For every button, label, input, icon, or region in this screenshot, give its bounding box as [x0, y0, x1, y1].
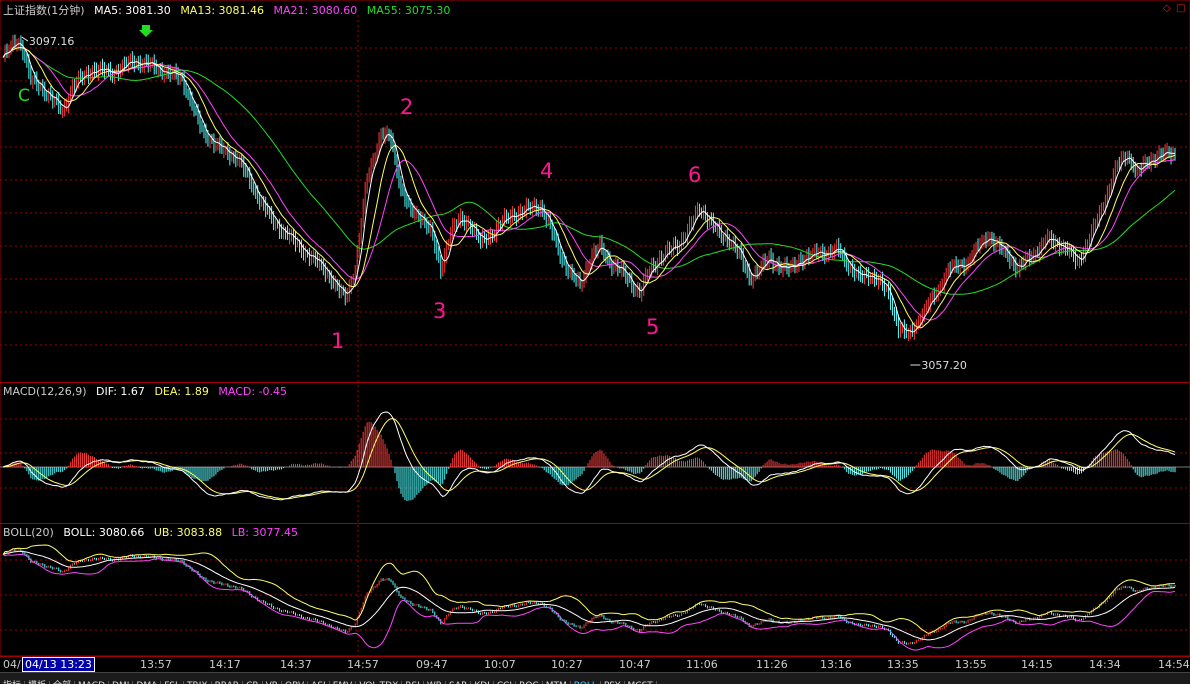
- macd-value: MACD: -0.45: [218, 385, 288, 398]
- indicator-tab-bar: 指标模板全部MACDDMIDMAFSLTRIXBRARCRVROBVASIEMV…: [0, 672, 1190, 684]
- time-tick-label: 14:57: [347, 658, 379, 671]
- diamond-icon[interactable]: ◇: [1163, 3, 1171, 14]
- time-tick-label: 14:54: [1158, 658, 1190, 671]
- time-tick-label: 14:15: [1021, 658, 1053, 671]
- ma5-value: MA5: 3081.30: [94, 4, 171, 17]
- time-tick-label: 04/: [3, 658, 21, 671]
- time-tick-label: 09:47: [416, 658, 448, 671]
- grid-lines: [0, 0, 1190, 657]
- boll-value: BOLL: 3080.66: [63, 526, 145, 539]
- dea-value: DEA: 1.89: [154, 385, 209, 398]
- time-axis: 04/13:57 14:17 14:37 14:57 09:47 10:07 10:27 10…: [0, 656, 1190, 672]
- low-price-label: 3057.20: [921, 359, 967, 372]
- wave-label-3: 3: [433, 299, 446, 323]
- wave-label-5: 5: [646, 315, 659, 339]
- price-bars: [4, 34, 1176, 342]
- dif-value: DIF: 1.67: [96, 385, 145, 398]
- moving-average-lines: [2, 42, 1176, 333]
- panel-title: 上证指数(1分钟): [3, 4, 85, 17]
- time-tick-label: 11:26: [756, 658, 788, 671]
- dif-line: [2, 411, 1176, 501]
- boll-mid-line: [2, 550, 1176, 641]
- ma13-line: [2, 46, 1176, 329]
- macd-title: MACD(12,26,9): [3, 385, 87, 398]
- time-tick-label: 13:16: [820, 658, 852, 671]
- buy-signal-arrow-icon: [139, 25, 153, 37]
- ma5-line: [2, 42, 1176, 333]
- time-tick-label: 13:57: [140, 658, 172, 671]
- boll-panel: [2, 544, 1176, 651]
- ma55-value: MA55: 3075.30: [366, 4, 451, 17]
- macd-panel-header: MACD(12,26,9) DIF: 1.67 DEA: 1.89 MACD: …: [3, 385, 293, 398]
- square-icon[interactable]: □: [1176, 3, 1185, 14]
- ma21-line: [2, 46, 1176, 321]
- wave-label-4: 4: [540, 159, 553, 183]
- cursor-time-label: 04/13 13:23: [22, 657, 95, 672]
- time-tick-label: 14:37: [280, 658, 312, 671]
- wave-label-1: 1: [331, 329, 344, 353]
- time-tick-label: 14:17: [209, 658, 241, 671]
- time-tick-label: 10:07: [484, 658, 516, 671]
- time-tick-label: 10:27: [551, 658, 583, 671]
- stock-chart[interactable]: 3097.16 3057.20 C 1 2 3 4 5 6: [0, 0, 1190, 683]
- ma55-line: [2, 46, 1176, 295]
- lb-value: LB: 3077.45: [231, 526, 298, 539]
- c-marker-label: C: [18, 86, 30, 106]
- ub-value: UB: 3083.88: [153, 526, 223, 539]
- time-tick-label: 11:06: [686, 658, 718, 671]
- chart-frame: [0, 0, 1190, 657]
- wave-label-6: 6: [688, 163, 701, 187]
- boll-title: BOLL(20): [3, 526, 54, 539]
- high-price-label: 3097.16: [29, 35, 75, 48]
- ma13-value: MA13: 3081.46: [180, 4, 265, 17]
- ma21-value: MA21: 3080.60: [273, 4, 358, 17]
- main-panel-header: 上证指数(1分钟) MA5: 3081.30 MA13: 3081.46 MA2…: [3, 2, 456, 18]
- boll-lb-line: [2, 553, 1176, 651]
- time-tick-label: 13:55: [955, 658, 987, 671]
- time-tick-label: 13:35: [887, 658, 919, 671]
- time-tick-label: 14:34: [1089, 658, 1121, 671]
- wave-label-2: 2: [400, 95, 413, 119]
- time-tick-label: 10:47: [619, 658, 651, 671]
- chart-annotations: 3097.16 3057.20 C 1 2 3 4 5 6: [18, 25, 967, 372]
- boll-panel-header: BOLL(20) BOLL: 3080.66 UB: 3083.88 LB: 3…: [3, 526, 304, 539]
